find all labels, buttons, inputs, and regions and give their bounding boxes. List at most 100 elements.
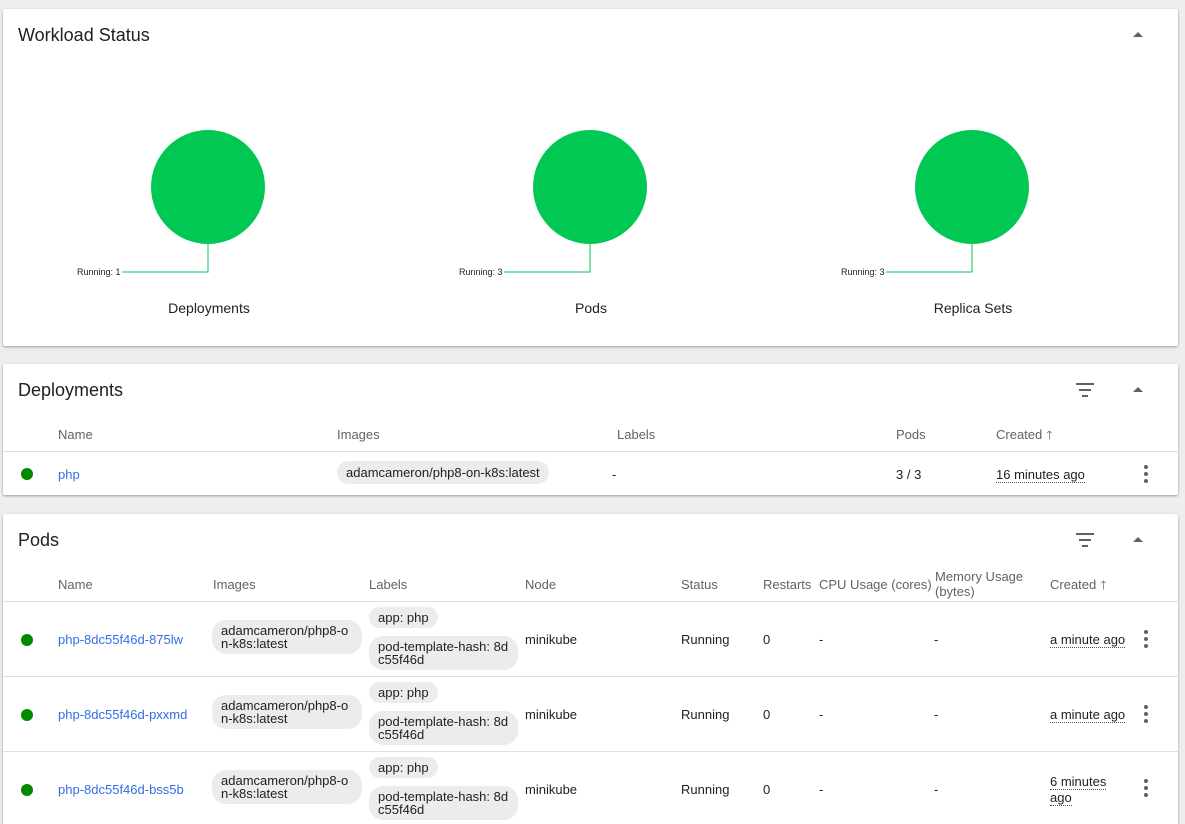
status-running-icon	[21, 784, 33, 796]
row-actions-more-vert-icon[interactable]	[1136, 704, 1156, 724]
col-header-status[interactable]: Status	[681, 577, 718, 592]
image-chip: adamcameron/php8-on-k8s:latest	[337, 461, 549, 484]
pod-name-link[interactable]: php-8dc55f46d-bss5b	[58, 782, 184, 797]
col-header-created-label: Created	[1050, 577, 1097, 592]
created-value[interactable]: a minute ago	[1050, 632, 1126, 648]
label-chip: pod-template-hash: 8d c55f46d	[369, 636, 518, 670]
pods-title: Pods	[18, 530, 60, 550]
image-chip: adamcameron/php8-o n-k8s:latest	[212, 620, 362, 654]
filter-pods-filter-icon[interactable]	[1076, 533, 1094, 547]
status-value: Running	[681, 782, 730, 797]
col-header-labels: Labels	[617, 427, 656, 442]
node-value: minikube	[525, 782, 578, 797]
col-header-memory-line1: Memory Usage	[935, 569, 1024, 584]
memory-value: -	[934, 782, 939, 797]
image-chip-line2: n-k8s:latest	[221, 636, 288, 651]
deployment-name-link[interactable]: php	[58, 467, 80, 482]
pod-name-link[interactable]: php-8dc55f46d-pxxmd	[58, 707, 187, 722]
status-running-icon	[21, 468, 33, 480]
row-actions-more-vert-icon[interactable]	[1136, 778, 1156, 798]
restarts-value: 0	[763, 707, 771, 722]
pods-card: Pods Name Images Labels Node Status Rest…	[3, 514, 1178, 824]
replica-sets-status-chart: Running: 3	[841, 130, 1029, 277]
row-actions-more-vert-icon[interactable]	[1136, 464, 1156, 484]
col-header-created[interactable]: Created 🡑	[996, 426, 1053, 447]
pods-value: 3 / 3	[896, 467, 922, 482]
cpu-value: -	[819, 707, 824, 722]
node-value: minikube	[525, 707, 578, 722]
restarts-value: 0	[763, 782, 771, 797]
label-chip-line2: c55f46d	[378, 727, 425, 742]
created-line1: 6 minutes	[1050, 774, 1107, 790]
col-header-images: Images	[213, 577, 256, 592]
status-value: Running	[681, 632, 730, 647]
pod-name-link[interactable]: php-8dc55f46d-875lw	[58, 632, 183, 647]
col-header-labels: Labels	[369, 577, 408, 592]
sort-arrow-upward-icon: 🡑	[1046, 428, 1053, 442]
workload-pods: Running: 3 Pods	[400, 9, 782, 345]
cpu-value: -	[819, 632, 824, 647]
workload-deployments: Running: 1 Deployments	[18, 9, 400, 345]
col-header-restarts[interactable]: Restarts	[763, 577, 811, 592]
col-header-name[interactable]: Name	[58, 577, 93, 592]
col-header-images: Images	[337, 427, 380, 442]
deployments-legend-line	[122, 244, 209, 273]
sort-arrow-upward-icon: 🡑	[1100, 578, 1107, 592]
deployments-running-slice	[151, 130, 265, 244]
created-value[interactable]: 6 minutes ago	[1050, 774, 1107, 806]
workload-replica-sets: Running: 3 Replica Sets	[782, 9, 1164, 345]
status-running-icon	[21, 634, 33, 646]
status-value: Running	[681, 707, 730, 722]
image-chip-line2: n-k8s:latest	[221, 711, 288, 726]
divider	[3, 451, 1178, 452]
col-header-created-label: Created	[996, 427, 1043, 442]
restarts-value: 0	[763, 632, 771, 647]
status-running-icon	[21, 709, 33, 721]
node-value: minikube	[525, 632, 578, 647]
label-chip-line2: c55f46d	[378, 802, 425, 817]
replica-sets-legend: Running: 3	[841, 267, 885, 277]
image-chip: adamcameron/php8-o n-k8s:latest	[212, 695, 362, 729]
created-line2: ago	[1050, 790, 1072, 806]
label-chip: pod-template-hash: 8d c55f46d	[369, 786, 518, 820]
replica-sets-caption: Replica Sets	[933, 300, 1013, 316]
label-chip: app: php	[369, 682, 438, 703]
image-chip: adamcameron/php8-o n-k8s:latest	[212, 770, 362, 804]
image-chip-line2: n-k8s:latest	[221, 786, 288, 801]
memory-value: -	[934, 632, 939, 647]
collapse-pods-chevron-up-icon[interactable]	[1133, 537, 1143, 542]
replica-sets-running-slice	[915, 130, 1029, 244]
col-header-memory-line2: (bytes)	[935, 584, 975, 599]
row-actions-more-vert-icon[interactable]	[1136, 629, 1156, 649]
divider	[3, 676, 1178, 677]
deployments-caption: Deployments	[168, 300, 250, 316]
label-chip: app: php	[369, 757, 438, 778]
filter-deployments-filter-icon[interactable]	[1076, 383, 1094, 397]
divider	[3, 751, 1178, 752]
col-header-created[interactable]: Created 🡑	[1050, 576, 1107, 597]
cpu-value: -	[819, 782, 824, 797]
deployments-status-chart: Running: 1	[77, 130, 265, 277]
workload-status-card: Workload Status Running: 1 Deployments R…	[3, 9, 1178, 346]
pods-running-slice	[533, 130, 647, 244]
col-header-cpu: CPU Usage (cores)	[819, 577, 932, 592]
col-header-name[interactable]: Name	[58, 427, 93, 442]
col-header-node[interactable]: Node	[525, 577, 556, 592]
pods-status-chart: Running: 3	[459, 130, 647, 277]
col-header-memory: Memory Usage (bytes)	[935, 569, 1023, 599]
divider	[3, 601, 1178, 602]
deployments-card: Deployments Name Images Labels Pods Crea…	[3, 364, 1178, 495]
labels-value: -	[612, 467, 617, 482]
pods-caption: Pods	[575, 300, 607, 316]
label-chip: pod-template-hash: 8d c55f46d	[369, 711, 518, 745]
pods-legend-line	[504, 244, 591, 273]
collapse-deployments-chevron-up-icon[interactable]	[1133, 387, 1143, 392]
replica-sets-legend-line	[886, 244, 973, 273]
col-header-pods: Pods	[896, 427, 926, 442]
label-chip-line2: c55f46d	[378, 652, 425, 667]
deployments-title: Deployments	[18, 380, 124, 400]
created-value[interactable]: a minute ago	[1050, 707, 1126, 723]
created-value[interactable]: 16 minutes ago	[996, 467, 1085, 483]
pods-legend: Running: 3	[459, 267, 503, 277]
memory-value: -	[934, 707, 939, 722]
